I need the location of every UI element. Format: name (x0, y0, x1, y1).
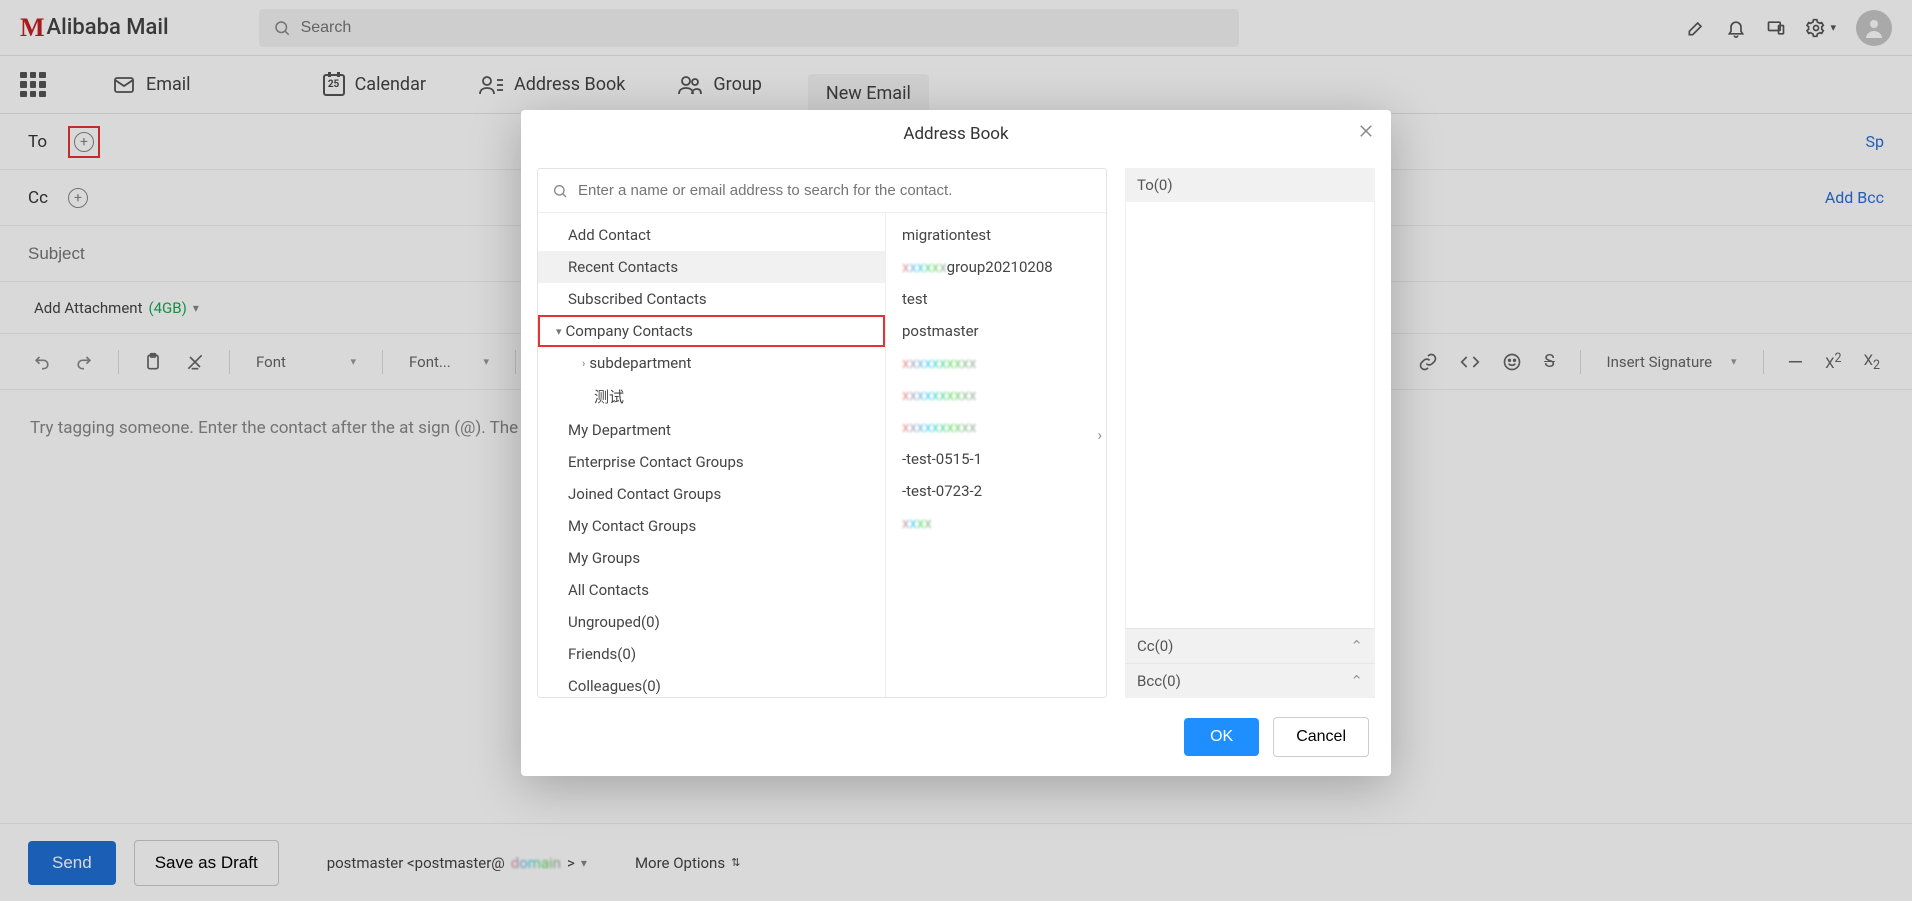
contact-item[interactable]: xxxxxxxxxx (886, 411, 1106, 443)
selected-cc-header[interactable]: Cc(0)⌃ (1125, 628, 1375, 663)
chevron-down-icon: ▾ (556, 325, 562, 338)
tree-subscribed-contacts[interactable]: Subscribed Contacts (538, 283, 885, 315)
tree-all-contacts[interactable]: All Contacts (538, 574, 885, 606)
tree-ungrouped[interactable]: Ungrouped(0) (538, 606, 885, 638)
contact-item[interactable]: xxxx (886, 507, 1106, 539)
cancel-button[interactable]: Cancel (1273, 717, 1369, 757)
contact-item[interactable]: -test-0723-2 (886, 475, 1106, 507)
tree-friends[interactable]: Friends(0) (538, 638, 885, 670)
contact-item[interactable]: test (886, 283, 1106, 315)
selected-bcc-header[interactable]: Bcc(0)⌃ (1125, 663, 1375, 698)
close-icon[interactable] (1357, 122, 1375, 145)
tree-colleagues[interactable]: Colleagues(0) (538, 670, 885, 697)
selected-to-header: To(0) (1125, 168, 1375, 202)
ok-button[interactable]: OK (1184, 718, 1259, 756)
tree-subdepartment[interactable]: › subdepartment (538, 347, 885, 379)
tree-my-groups[interactable]: My Groups (538, 542, 885, 574)
contact-item[interactable]: xxxxxxgroup20210208 (886, 251, 1106, 283)
contact-item[interactable]: postmaster (886, 315, 1106, 347)
contact-item[interactable]: xxxxxxxxxx (886, 379, 1106, 411)
chevron-right-icon: › (582, 357, 585, 370)
contact-search-input[interactable] (578, 182, 1092, 199)
address-book-modal: Address Book Add Contact Recent Contacts… (521, 110, 1391, 776)
search-icon (552, 183, 568, 199)
tree-my-department[interactable]: My Department (538, 414, 885, 446)
tree-company-contacts[interactable]: ▾ Company Contacts (538, 315, 885, 347)
chevron-up-icon: ⌃ (1350, 637, 1363, 655)
modal-title: Address Book (903, 124, 1008, 144)
tree-joined-groups[interactable]: Joined Contact Groups (538, 478, 885, 510)
tree-add-contact[interactable]: Add Contact (538, 219, 885, 251)
selected-to-body (1125, 202, 1375, 628)
tree-recent-contacts[interactable]: Recent Contacts (538, 251, 885, 283)
contact-item[interactable]: -test-0515-1 (886, 443, 1106, 475)
tree-enterprise-groups[interactable]: Enterprise Contact Groups (538, 446, 885, 478)
contact-item[interactable]: migrationtest (886, 219, 1106, 251)
chevron-up-icon: ⌃ (1350, 672, 1363, 690)
expand-arrow-icon[interactable]: › (1097, 426, 1102, 444)
tree-ceshi[interactable]: 测试 (538, 379, 885, 414)
tree-my-contact-groups[interactable]: My Contact Groups (538, 510, 885, 542)
contact-search[interactable] (538, 169, 1106, 213)
contact-item[interactable]: xxxxxxxxxx (886, 347, 1106, 379)
